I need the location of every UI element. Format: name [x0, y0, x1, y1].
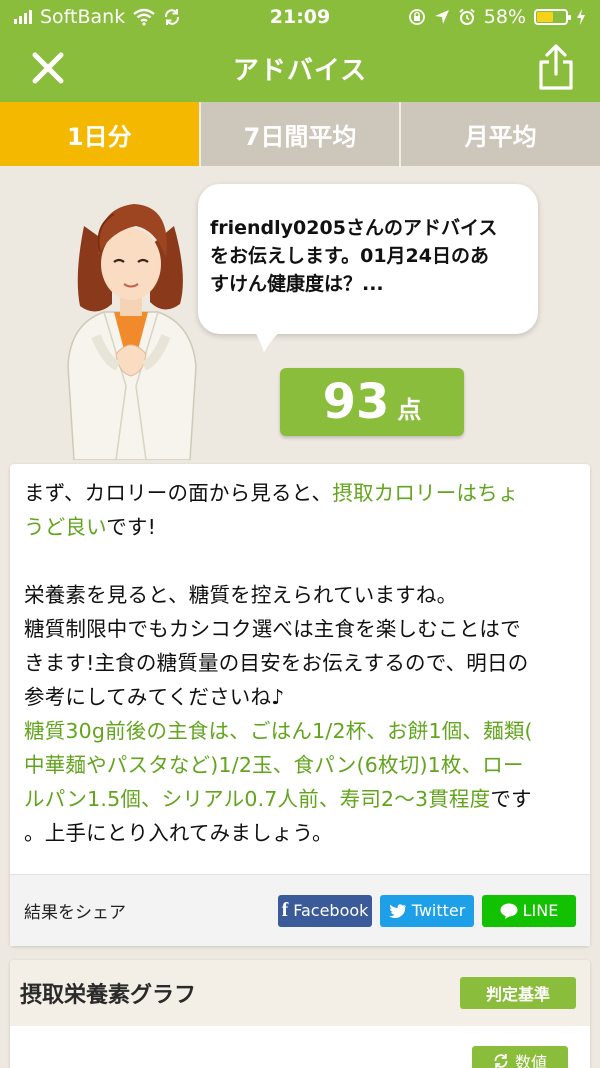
advice-text: まず、カロリーの面から見ると、摂取カロリーはちょ うど良いです! 栄養素を見ると…: [10, 464, 590, 850]
graph-title: 摂取栄養素グラフ: [20, 983, 197, 1008]
value-button-label: 数値: [514, 1053, 547, 1068]
advice-text-segment: です: [490, 787, 532, 811]
alarm-icon: [459, 8, 475, 25]
share-label: 結果をシェア: [24, 903, 126, 923]
twitter-bird-icon: [388, 903, 406, 918]
share-buttons: f Facebook Twitter LINE: [278, 894, 576, 927]
score-unit: 点: [397, 396, 422, 424]
line-share-button[interactable]: LINE: [482, 894, 576, 927]
nutrient-graph-card: 摂取栄養素グラフ 判定基準 数値: [10, 960, 590, 1068]
advice-highlight: ルパン1.5個、シリアル0.7人前、寿司2〜3貫程度: [24, 787, 491, 811]
advice-highlight: うど良い: [24, 515, 107, 539]
advice-line: きます!主食の糖質量の目安をお伝えするので、明日の: [24, 651, 529, 675]
tab-monthly-average[interactable]: 月平均: [399, 102, 600, 166]
charging-icon: [577, 9, 585, 25]
refresh-icon: [494, 1054, 508, 1068]
rotation-lock-icon: [408, 9, 425, 25]
wifi-icon: [133, 8, 155, 26]
twitter-label: Twitter: [411, 901, 466, 920]
tab-7day-average[interactable]: 7日間平均: [198, 102, 400, 166]
battery-icon: [534, 9, 571, 25]
health-score-badge: 93 点: [280, 368, 464, 436]
bubble-line-3: すけん健康度は？...: [210, 273, 384, 295]
advice-speech-bubble: friendly0205さんのアドバイス をお伝えします。01月24日のあ すけ…: [198, 184, 538, 334]
advice-line: 。上手にとり入れてみましょう。: [24, 821, 333, 845]
battery-percent: 58%: [483, 6, 526, 28]
signal-icon: [14, 10, 32, 24]
facebook-label: Facebook: [293, 901, 369, 920]
tab-1day[interactable]: 1日分: [0, 102, 199, 166]
share-icon[interactable]: [534, 44, 578, 90]
carrier-label: SoftBank: [40, 6, 126, 28]
location-icon: [434, 10, 449, 24]
bubble-line-1: friendly0205さんのアドバイス: [210, 217, 498, 239]
bubble-line-2: をお伝えします。01月24日のあ: [210, 245, 489, 267]
bubble-tail: [252, 326, 286, 352]
page-title: アドバイス: [232, 55, 368, 86]
close-icon[interactable]: [30, 50, 66, 86]
facebook-share-button[interactable]: f Facebook: [278, 894, 372, 927]
line-chat-icon: [500, 903, 518, 919]
advice-paragraph-calorie: まず、カロリーの面から見ると、摂取カロリーはちょ: [24, 476, 576, 510]
advice-highlight: 摂取カロリーはちょ: [332, 481, 519, 505]
advice-card: まず、カロリーの面から見ると、摂取カロリーはちょ うど良いです! 栄養素を見ると…: [10, 464, 590, 946]
score-value: 93: [322, 374, 390, 430]
line-label: LINE: [522, 901, 559, 920]
advice-text-segment: です!: [106, 515, 157, 539]
value-toggle-button[interactable]: 数値: [472, 1046, 568, 1068]
graph-header: 摂取栄養素グラフ 判定基準: [10, 960, 590, 1026]
advice-highlight-line: 中華麺やパスタなど)1/2玉、食パン(6枚切)1枚、ロー: [24, 753, 524, 777]
status-right: 58%: [408, 6, 586, 28]
share-row: 結果をシェア f Facebook Twitter LINE: [10, 874, 590, 946]
advice-highlight-line: 糖質30g前後の主食は、ごはん1/2杯、お餅1個、麺類(: [24, 719, 533, 743]
advice-line: 栄養素を見ると、糖質を控えられていますね。: [24, 583, 458, 607]
nav-bar: アドバイス: [0, 34, 600, 102]
twitter-share-button[interactable]: Twitter: [380, 894, 474, 927]
advisor-illustration: [67, 204, 197, 460]
advice-line: 糖質制限中でもカシコク選べは主食を楽しむことはで: [24, 617, 521, 641]
criteria-button[interactable]: 判定基準: [460, 977, 576, 1009]
facebook-icon: f: [281, 899, 289, 921]
status-bar: SoftBank 21:09 58%: [0, 0, 600, 34]
status-left: SoftBank: [14, 6, 181, 28]
advice-line: 参考にしてみてくださいね♪: [24, 685, 285, 709]
battery-level: [537, 12, 554, 22]
advice-paragraph-calorie-2: うど良いです!: [24, 510, 576, 544]
advice-text-segment: まず、カロリーの面から見ると、: [24, 481, 333, 505]
period-tabs: 1日分 7日間平均 月平均: [0, 102, 600, 166]
sync-icon: [165, 9, 180, 25]
advice-mixed-line: ルパン1.5個、シリアル0.7人前、寿司2〜3貫程度です: [24, 782, 576, 816]
